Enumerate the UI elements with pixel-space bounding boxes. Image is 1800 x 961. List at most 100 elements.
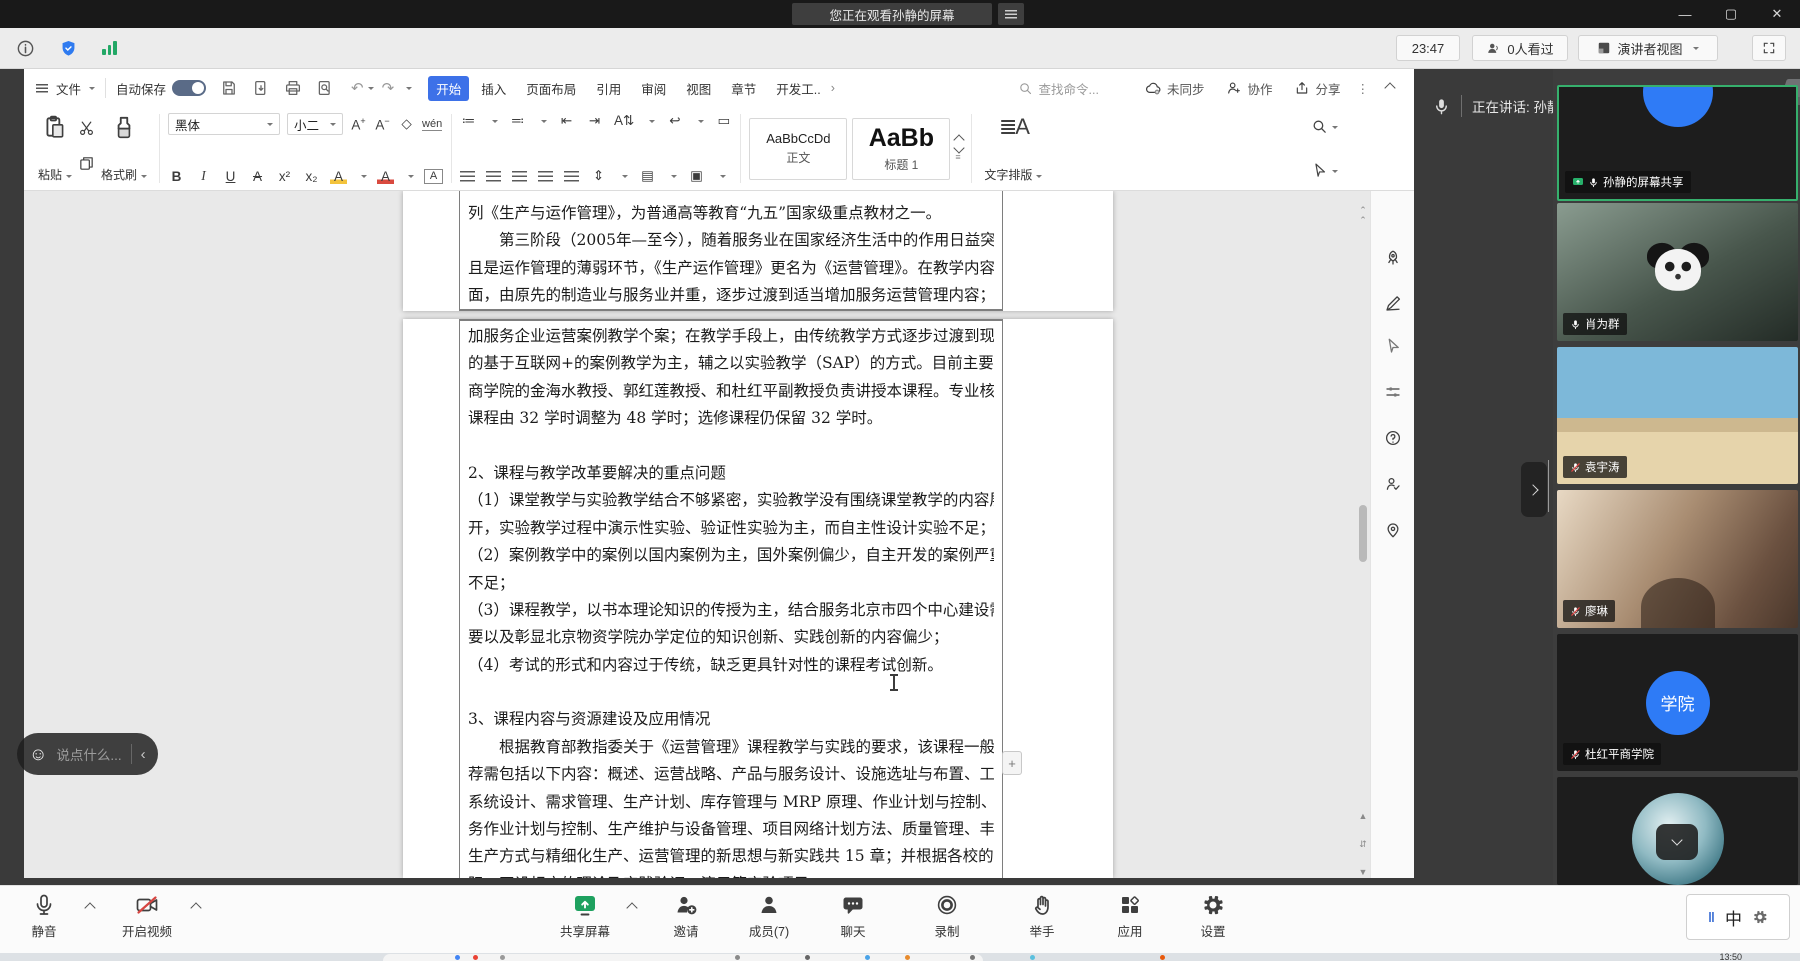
- subscript-icon[interactable]: x₂: [303, 169, 320, 184]
- superscript-icon[interactable]: x²: [276, 169, 293, 184]
- maximize-button[interactable]: ▢: [1708, 0, 1754, 28]
- tab-developer[interactable]: 开发工..: [768, 76, 828, 101]
- tab-page-layout[interactable]: 页面布局: [518, 76, 584, 101]
- autosave-toggle[interactable]: [172, 80, 206, 96]
- view-mode-selector[interactable]: 演讲者视图: [1578, 35, 1718, 61]
- cut-icon[interactable]: [78, 120, 95, 142]
- next-page-icon[interactable]: ▼: [1357, 867, 1369, 877]
- tab-references[interactable]: 引用: [588, 76, 629, 101]
- participant-tile[interactable]: 肖为群: [1557, 203, 1798, 341]
- style-body[interactable]: AaBbCcDd 正文: [749, 118, 847, 180]
- collapse-ribbon-icon[interactable]: [1384, 82, 1395, 93]
- sync-status[interactable]: 未同步: [1145, 79, 1205, 98]
- emoji-icon[interactable]: ☺: [29, 745, 47, 763]
- bullet-list-icon[interactable]: ≔: [460, 113, 477, 129]
- wrap-icon[interactable]: ↩: [666, 113, 683, 129]
- quick-tools-rocket-icon[interactable]: [1384, 249, 1402, 272]
- align-justify-icon[interactable]: [538, 171, 553, 182]
- collapse-chat-icon[interactable]: ‹: [141, 746, 146, 763]
- more-commands-icon[interactable]: [406, 87, 412, 93]
- raise-hand-button[interactable]: 举手: [996, 893, 1088, 940]
- chat-button[interactable]: 聊天: [807, 893, 899, 940]
- character-border-icon[interactable]: A: [424, 169, 443, 184]
- find-replace-button[interactable]: [1311, 118, 1338, 135]
- tab-insert[interactable]: 插入: [473, 76, 514, 101]
- style-heading1[interactable]: AaBb 标题 1: [852, 118, 950, 180]
- insert-paragraph-button[interactable]: +: [1002, 751, 1022, 775]
- highlight-color-icon[interactable]: A: [330, 169, 347, 184]
- mute-button[interactable]: 静音: [0, 893, 90, 940]
- info-icon[interactable]: [16, 39, 35, 58]
- taskbar-app-icon[interactable]: [500, 955, 505, 960]
- members-button[interactable]: 成员(7): [723, 893, 815, 940]
- network-signal-icon[interactable]: [102, 41, 117, 55]
- strikethrough-icon[interactable]: A: [249, 169, 266, 184]
- redo-icon[interactable]: ↷: [382, 79, 395, 97]
- text-direction-icon[interactable]: A⇅: [614, 113, 634, 129]
- tab-section[interactable]: 章节: [723, 76, 764, 101]
- adjust-sliders-icon[interactable]: [1384, 383, 1402, 406]
- main-menu-icon[interactable]: [36, 84, 48, 93]
- phonetic-guide-icon[interactable]: wén: [422, 118, 442, 131]
- scroll-participants-down-button[interactable]: [1656, 824, 1698, 860]
- italic-icon[interactable]: I: [195, 168, 212, 184]
- shrink-font-icon[interactable]: A−: [374, 116, 391, 133]
- document-page-1[interactable]: 列《生产与运作管理》，为普通高等教育“九五”国家级重点教材之一。 第三阶段（20…: [403, 191, 1113, 311]
- clear-format-icon[interactable]: ◇: [398, 116, 415, 132]
- document-page-2[interactable]: 加服务企业运营案例教学个案；在教学手段上，由传统教学方式逐步过渡到现在 的基于互…: [403, 319, 1113, 878]
- taskbar-app-icon[interactable]: [735, 955, 740, 960]
- export-pdf-icon[interactable]: [252, 79, 270, 97]
- align-distribute-icon[interactable]: [564, 171, 579, 182]
- apps-button[interactable]: 应用: [1084, 893, 1176, 940]
- record-button[interactable]: 录制: [901, 893, 993, 940]
- taskbar-app-icon[interactable]: [905, 955, 910, 960]
- align-left-icon[interactable]: [460, 171, 475, 182]
- taskbar-app-icon[interactable]: [455, 955, 460, 960]
- font-name-combo[interactable]: 黑体: [168, 113, 280, 135]
- underline-icon[interactable]: U: [222, 169, 239, 184]
- participant-tile-screen-share[interactable]: 孙静的屏幕共享: [1557, 85, 1798, 201]
- decrease-indent-icon[interactable]: ⇤: [558, 113, 575, 129]
- select-button[interactable]: [1311, 162, 1338, 179]
- ime-indicator[interactable]: ‖ 中: [1686, 894, 1790, 940]
- tab-home[interactable]: 开始: [428, 76, 469, 101]
- font-size-combo[interactable]: 小二: [287, 113, 343, 135]
- ime-language[interactable]: 中: [1725, 905, 1742, 930]
- minimize-button[interactable]: —: [1662, 0, 1708, 28]
- participant-tile[interactable]: 袁宇涛: [1557, 347, 1798, 484]
- settings-button[interactable]: 设置: [1167, 893, 1259, 940]
- tab-view[interactable]: 视图: [678, 76, 719, 101]
- banner-menu-button[interactable]: [998, 3, 1024, 25]
- contacts-check-icon[interactable]: [1384, 475, 1402, 498]
- camera-button[interactable]: 开启视频: [101, 893, 193, 940]
- save-icon[interactable]: [220, 79, 238, 97]
- document-canvas[interactable]: 列《生产与运作管理》，为普通高等教育“九五”国家级重点教材之一。 第三阶段（20…: [24, 191, 1370, 878]
- tab-review[interactable]: 审阅: [633, 76, 674, 101]
- font-color-icon[interactable]: A: [377, 169, 394, 184]
- file-menu[interactable]: 文件: [56, 79, 81, 98]
- participant-tile[interactable]: 学院 杜红平商学院: [1557, 634, 1798, 771]
- chat-placeholder[interactable]: 说点什么...: [56, 744, 121, 764]
- document-scrollbar[interactable]: ⌃⌃ ▲ ⇵ ▼: [1357, 191, 1369, 878]
- undo-icon[interactable]: ↶: [351, 79, 364, 97]
- invite-button[interactable]: 邀请: [640, 893, 732, 940]
- scroll-up-icon[interactable]: ⌃⌃: [1357, 205, 1369, 225]
- paste-button[interactable]: 粘贴: [34, 112, 76, 185]
- fullscreen-button[interactable]: [1752, 35, 1786, 61]
- select-cursor-icon[interactable]: [1384, 337, 1402, 360]
- taskbar-app-icon[interactable]: [1160, 955, 1165, 960]
- location-pin-icon[interactable]: [1384, 521, 1402, 544]
- print-icon[interactable]: [284, 79, 302, 97]
- ime-gear-icon[interactable]: [1752, 909, 1768, 925]
- line-spacing-icon[interactable]: ⇕: [590, 168, 607, 184]
- grow-font-icon[interactable]: A+: [350, 116, 367, 133]
- share-button[interactable]: 分享: [1294, 79, 1340, 98]
- help-icon[interactable]: [1384, 429, 1402, 452]
- copy-icon[interactable]: [78, 155, 95, 177]
- taskbar-app-icon[interactable]: [970, 955, 975, 960]
- prev-page-icon[interactable]: ▲: [1357, 811, 1369, 821]
- align-right-icon[interactable]: [512, 171, 527, 182]
- taskbar-app-icon[interactable]: [473, 955, 478, 960]
- close-button[interactable]: ✕: [1754, 0, 1800, 28]
- more-tabs-icon[interactable]: ›: [831, 81, 835, 95]
